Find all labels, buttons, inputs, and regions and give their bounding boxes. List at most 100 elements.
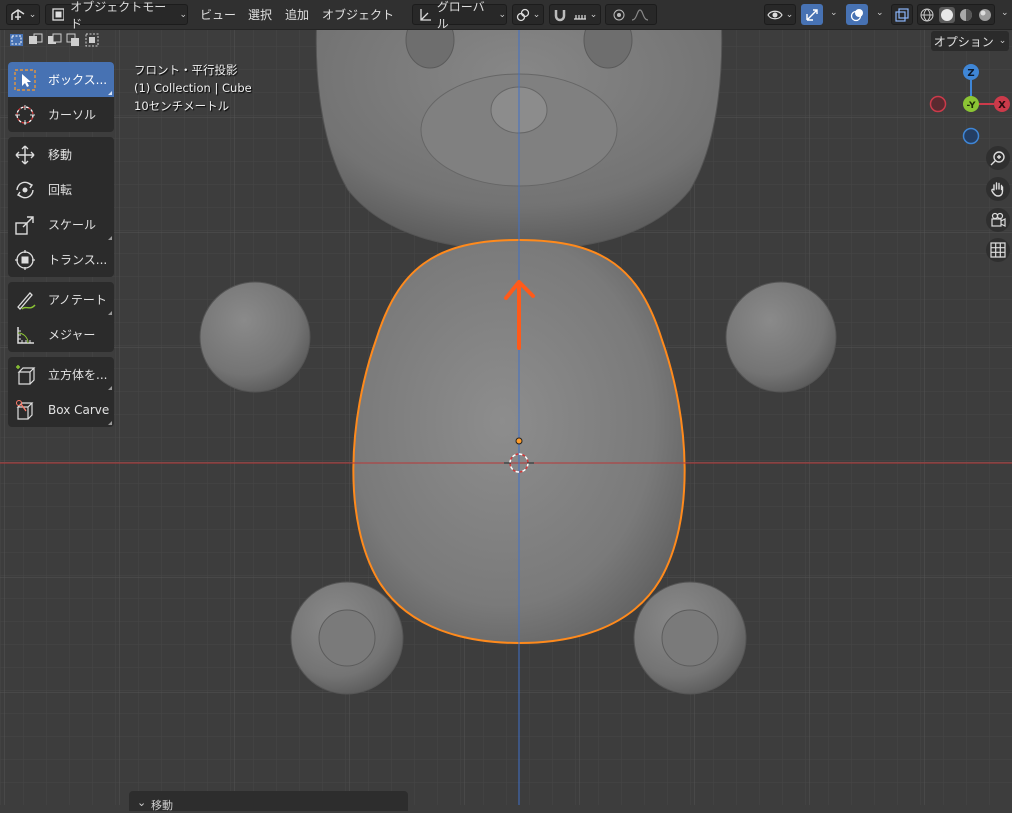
viewport-3d-icon [10,8,25,20]
proportional-edit-icon [613,9,625,20]
proportional-edit-toggle[interactable] [605,4,657,25]
select-box-icon [14,68,36,91]
tool-scale[interactable]: スケール [8,207,114,242]
menu-select[interactable]: 選択 [248,6,272,23]
viewport-canvas[interactable]: Z X -Y [0,0,1012,805]
snap-toggle[interactable]: ⌄ [549,4,601,25]
zoom-in-icon [990,151,1005,166]
magnet-icon [554,9,565,21]
move-icon [15,145,35,164]
shading-dropdown-chevron-icon[interactable]: ⌄ [1001,8,1009,18]
gizmo-z-label: Z [967,68,974,79]
falloff-curve-icon [631,8,649,21]
tool-rotate-label: 回転 [48,183,73,197]
tool-transform-label: トランス... [48,253,108,267]
menu-object[interactable]: オブジェクト [322,6,394,23]
tool-rotate[interactable]: 回転 [8,172,114,207]
link-icon [516,8,529,21]
material-shading-icon[interactable] [959,8,973,22]
options-label: オプション [933,34,994,49]
orientation-global-icon [420,8,431,21]
select-subtract-mode-icon[interactable] [47,33,62,47]
overlay-icon [850,8,863,21]
visibility-selectability-button[interactable]: ⌄ [764,4,796,25]
overlay-toggle[interactable] [846,4,868,25]
select-invert-mode-icon[interactable] [66,33,81,47]
camera-view-button[interactable] [986,208,1010,232]
tool-box-carve-label: Box Carve [48,402,110,417]
last-operator-label: 移動 [151,799,173,812]
view-name-text: フロント・平行投影 [134,63,238,77]
scale-icon [15,215,34,235]
object-origin [515,437,523,445]
bear-hand-right[interactable] [725,281,837,393]
box-carve-icon [16,399,34,420]
select-extend-mode-icon[interactable] [28,33,43,47]
wireframe-shading-icon[interactable] [920,8,934,22]
gizmo-dropdown-chevron-icon[interactable]: ⌄ [830,8,838,18]
menu-add[interactable]: 追加 [285,6,309,23]
tool-add-cube-label: 立方体を... [48,368,108,382]
annotate-icon [17,291,36,310]
grid-icon [990,242,1006,258]
pivot-point-button[interactable]: ⌄ [512,4,544,25]
tool-annotate-label: アノテート [48,293,107,307]
rotate-icon [16,181,34,198]
bear-foot-left[interactable] [290,581,404,695]
viewport-info-text: フロント・平行投影 (1) Collection | Cube 10センチメート… [134,61,252,115]
shading-mode-group [917,4,995,25]
collection-object-text: (1) Collection | Cube [134,81,252,95]
gizmo-y-label: -Y [967,101,976,111]
rendered-shading-icon[interactable] [978,8,992,22]
grid-scale-text: 10センチメートル [134,99,230,113]
transform-orientation-selector[interactable]: グローバル ⌄ [412,0,507,31]
tool-box-carve[interactable]: Box Carve [8,392,114,427]
menu-view[interactable]: ビュー [200,6,236,23]
add-cube-icon [16,364,36,385]
chevron-down-icon[interactable]: ⌄ [137,796,146,809]
tool-select-box[interactable]: ボックス... [8,62,114,97]
overlay-dropdown-chevron-icon[interactable]: ⌄ [876,8,884,18]
solid-shading-icon[interactable] [938,6,955,23]
tool-cursor[interactable]: カーソル [8,97,114,132]
select-intersect-mode-icon[interactable] [85,33,100,47]
measure-icon [17,326,34,344]
tool-shelf: ボックス... カーソル 移動 回転 スケール トランス... アノテート メジ… [8,62,114,432]
toggle-perspective-button[interactable] [986,238,1010,262]
tool-add-cube[interactable]: 立方体を... [8,357,114,392]
options-dropdown[interactable]: オプション ⌄ [931,31,1009,51]
select-new-mode-icon[interactable] [9,33,24,47]
snap-increment-icon [573,14,586,20]
transform-icon [15,249,35,270]
mode-selector[interactable]: オブジェクトモード ⌄ [45,0,188,31]
cursor-icon [15,104,35,125]
xray-icon [895,7,909,22]
tool-measure[interactable]: メジャー [8,317,114,352]
transform-orientation-label: グローバル [436,0,485,31]
tool-transform[interactable]: トランス... [8,242,114,277]
tool-select-box-label: ボックス... [48,73,108,87]
bear-hand-left[interactable] [199,281,311,393]
gizmo-x-label: X [998,100,1006,111]
camera-icon [991,212,1006,227]
editor-type-button[interactable]: ⌄ [6,4,40,25]
3d-viewport[interactable]: Z X -Y ⌄ オブジェクトモード ⌄ ビュー 選択 追加 オブジェクト グロ… [0,0,1012,812]
xray-toggle[interactable] [891,4,913,25]
tool-annotate[interactable]: アノテート [8,282,114,317]
tool-measure-label: メジャー [48,328,96,342]
gizmo-icon [806,8,818,21]
zoom-view-button[interactable] [986,146,1010,170]
mode-label: オブジェクトモード [70,0,167,31]
tool-cursor-label: カーソル [48,108,97,122]
tool-move[interactable]: 移動 [8,137,114,172]
gizmo-toggle[interactable] [801,4,823,25]
eye-icon [767,10,783,19]
tool-move-label: 移動 [48,148,73,162]
pan-view-button[interactable] [986,177,1010,201]
viewport-header: ⌄ オブジェクトモード ⌄ ビュー 選択 追加 オブジェクト グローバル ⌄ ⌄… [0,0,1012,31]
bear-foot-right[interactable] [633,581,747,695]
tool-scale-label: スケール [48,218,97,232]
last-operator-panel[interactable]: ⌄ 移動 [129,791,408,812]
hand-icon [991,182,1004,197]
object-mode-icon [52,8,65,21]
